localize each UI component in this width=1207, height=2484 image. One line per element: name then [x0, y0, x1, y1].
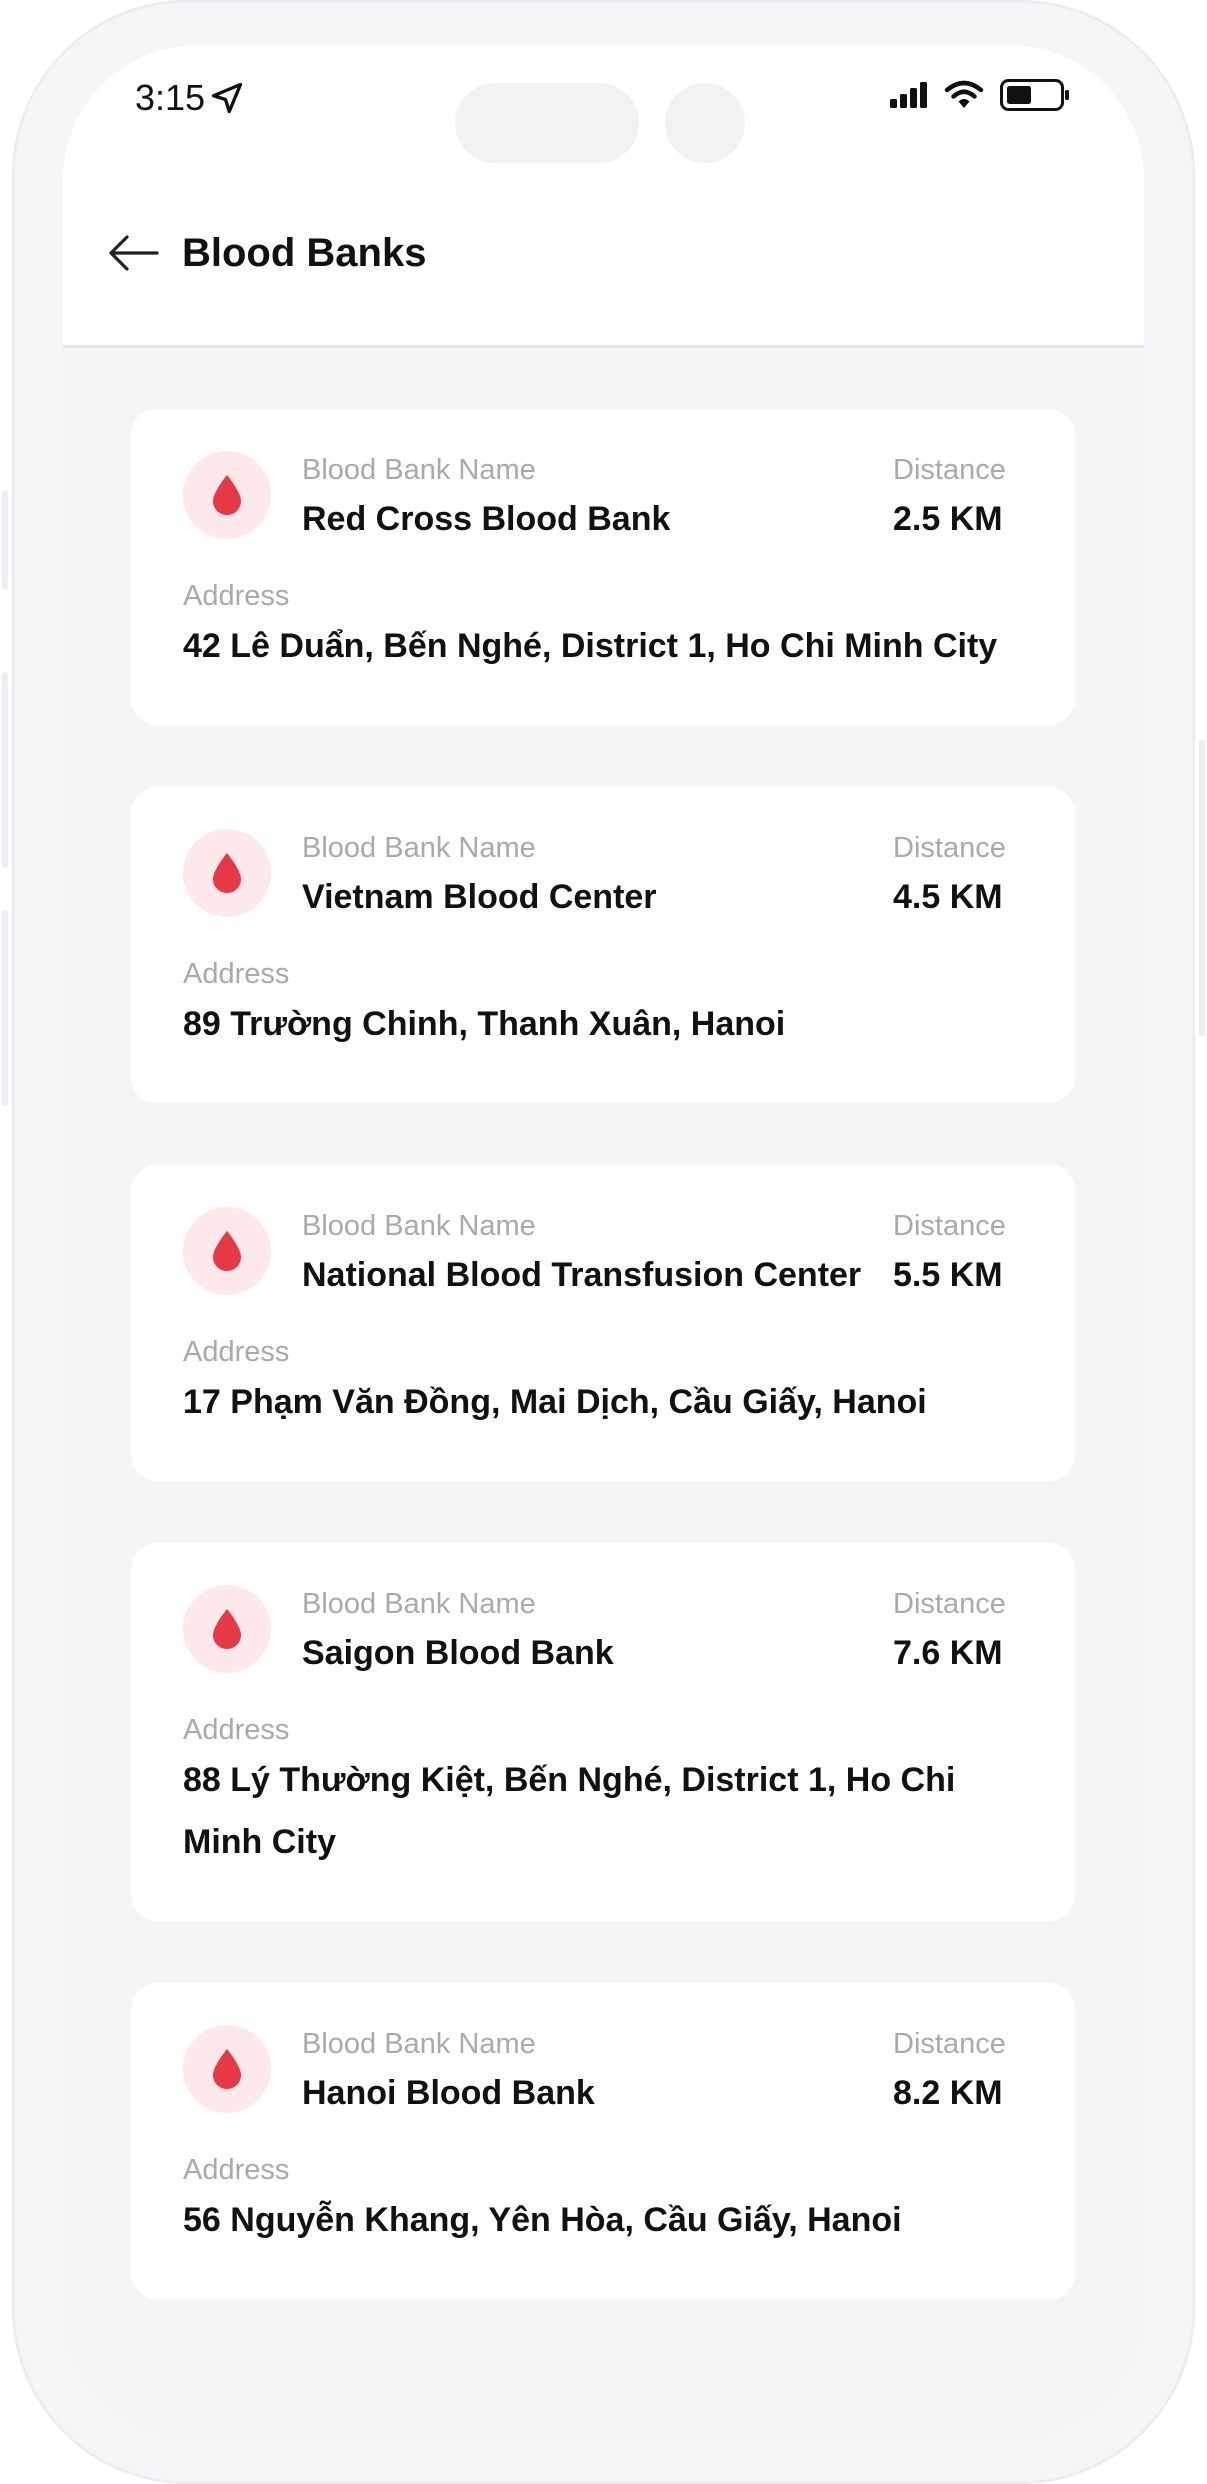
status-icons	[890, 79, 1070, 111]
side-button	[1199, 740, 1205, 1036]
blood-drop-badge	[183, 451, 271, 539]
page-title: Blood Banks	[182, 231, 427, 275]
bank-name: Red Cross Blood Bank	[302, 500, 671, 538]
bank-address: 17 Phạm Văn Đồng, Mai Dịch, Cầu Giấy, Ha…	[183, 1383, 927, 1421]
name-label: Blood Bank Name	[302, 454, 536, 486]
card-header: Blood Bank Name Vietnam Blood Center Dis…	[183, 829, 1023, 919]
blood-bank-card[interactable]: Blood Bank Name Saigon Blood Bank Distan…	[131, 1543, 1075, 1921]
name-label: Blood Bank Name	[302, 1588, 536, 1620]
back-button[interactable]	[103, 223, 163, 283]
distance-label: Distance	[893, 454, 1006, 486]
side-button	[2, 672, 8, 868]
blood-drop-icon	[213, 1609, 241, 1649]
bank-address: 56 Nguyễn Khang, Yên Hòa, Cầu Giấy, Hano…	[183, 2201, 902, 2239]
battery-icon	[1000, 79, 1069, 111]
card-header: Blood Bank Name Saigon Blood Bank Distan…	[183, 1585, 1023, 1675]
side-button	[2, 490, 8, 590]
distance-label: Distance	[893, 1210, 1006, 1242]
name-column: Blood Bank Name Hanoi Blood Bank	[302, 2025, 893, 2115]
name-column: Blood Bank Name National Blood Transfusi…	[302, 1207, 893, 1297]
arrow-left-icon	[109, 235, 159, 271]
blood-bank-card[interactable]: Blood Bank Name National Blood Transfusi…	[131, 1165, 1075, 1481]
side-button	[2, 910, 8, 1106]
blood-drop-icon	[213, 2049, 241, 2089]
blood-drop-icon	[213, 1231, 241, 1271]
cellular-signal-icon	[890, 82, 927, 108]
distance-label: Distance	[893, 2028, 1006, 2060]
address-label: Address	[183, 580, 290, 612]
blood-drop-badge	[183, 1585, 271, 1673]
dynamic-island-camera	[665, 83, 745, 163]
card-header: Blood Bank Name Hanoi Blood Bank Distanc…	[183, 2025, 1023, 2115]
bank-distance: 8.2 KM	[893, 2074, 1003, 2112]
status-time: 3:15	[135, 77, 245, 119]
name-label: Blood Bank Name	[302, 1210, 536, 1242]
bank-address: 88 Lý Thường Kiệt, Bến Nghé, District 1,…	[183, 1761, 956, 1861]
name-label: Blood Bank Name	[302, 2028, 536, 2060]
bank-address: 89 Trường Chinh, Thanh Xuân, Hanoi	[183, 1005, 786, 1043]
bank-address: 42 Lê Duẩn, Bến Nghé, District 1, Ho Chi…	[183, 627, 998, 665]
blood-drop-icon	[213, 475, 241, 515]
bank-name: National Blood Transfusion Center	[302, 1256, 862, 1294]
distance-column: Distance 2.5 KM	[893, 451, 1023, 541]
blood-bank-card[interactable]: Blood Bank Name Hanoi Blood Bank Distanc…	[131, 1983, 1075, 2299]
distance-label: Distance	[893, 832, 1006, 864]
card-header: Blood Bank Name National Blood Transfusi…	[183, 1207, 1023, 1297]
status-time-text: 3:15	[135, 77, 206, 118]
bank-distance: 5.5 KM	[893, 1256, 1003, 1294]
blood-drop-icon	[213, 853, 241, 893]
location-arrow-icon	[211, 82, 243, 114]
address-label: Address	[183, 1336, 290, 1368]
dynamic-island	[455, 83, 639, 163]
screen: 3:15 Blood Banks Blood Bank Name Red Cro…	[63, 45, 1144, 2440]
bank-distance: 2.5 KM	[893, 500, 1003, 538]
address-label: Address	[183, 958, 290, 990]
bank-name: Saigon Blood Bank	[302, 1634, 614, 1672]
distance-column: Distance 5.5 KM	[893, 1207, 1023, 1297]
blood-drop-badge	[183, 829, 271, 917]
name-column: Blood Bank Name Red Cross Blood Bank	[302, 451, 893, 541]
blood-drop-badge	[183, 2025, 271, 2113]
bank-name: Hanoi Blood Bank	[302, 2074, 595, 2112]
blood-drop-badge	[183, 1207, 271, 1295]
top-bar: 3:15 Blood Banks	[63, 45, 1144, 348]
address-label: Address	[183, 2154, 290, 2186]
wifi-icon	[944, 80, 984, 108]
name-label: Blood Bank Name	[302, 832, 536, 864]
bank-distance: 7.6 KM	[893, 1634, 1003, 1672]
distance-column: Distance 7.6 KM	[893, 1585, 1023, 1675]
blood-bank-card[interactable]: Blood Bank Name Vietnam Blood Center Dis…	[131, 787, 1075, 1103]
distance-column: Distance 4.5 KM	[893, 829, 1023, 919]
bank-name: Vietnam Blood Center	[302, 878, 657, 916]
blood-bank-list: Blood Bank Name Red Cross Blood Bank Dis…	[131, 409, 1075, 2361]
blood-bank-card[interactable]: Blood Bank Name Red Cross Blood Bank Dis…	[131, 409, 1075, 725]
distance-label: Distance	[893, 1588, 1006, 1620]
card-header: Blood Bank Name Red Cross Blood Bank Dis…	[183, 451, 1023, 541]
name-column: Blood Bank Name Vietnam Blood Center	[302, 829, 893, 919]
address-label: Address	[183, 1714, 290, 1746]
distance-column: Distance 8.2 KM	[893, 2025, 1023, 2115]
name-column: Blood Bank Name Saigon Blood Bank	[302, 1585, 893, 1675]
bank-distance: 4.5 KM	[893, 878, 1003, 916]
